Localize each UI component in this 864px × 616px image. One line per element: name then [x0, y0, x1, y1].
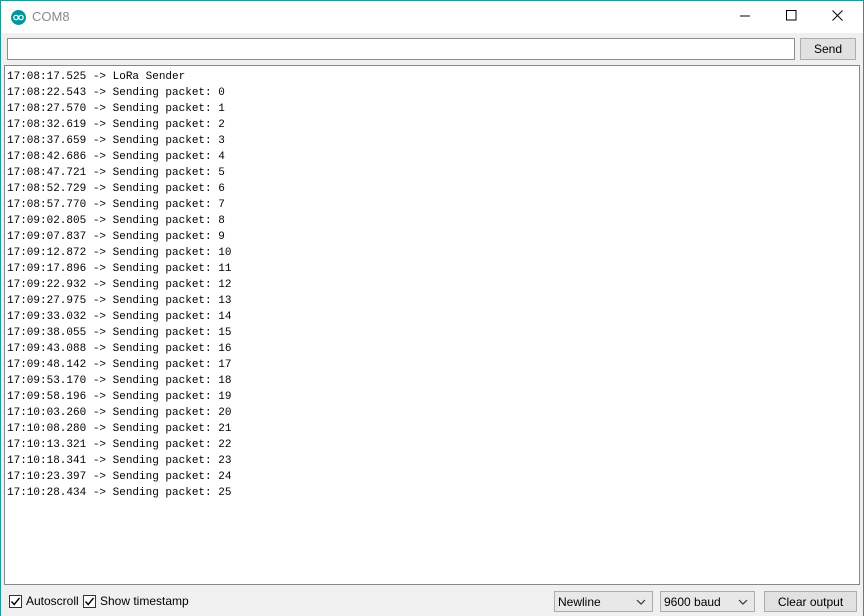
- send-bar: Send: [1, 33, 863, 63]
- output-line: 17:08:42.686 -> Sending packet: 4: [7, 151, 225, 163]
- output-line: 17:10:08.280 -> Sending packet: 21: [7, 423, 232, 435]
- minimize-icon: [739, 8, 751, 26]
- checkmark-icon: [10, 597, 21, 606]
- line-ending-value: Newline: [558, 594, 601, 609]
- output-line: 17:09:53.170 -> Sending packet: 18: [7, 375, 232, 387]
- output-line: 17:10:28.434 -> Sending packet: 25: [7, 487, 232, 499]
- maximize-icon: [785, 8, 797, 26]
- output-line: 17:08:22.543 -> Sending packet: 0: [7, 87, 225, 99]
- output-line: 17:09:12.872 -> Sending packet: 10: [7, 247, 232, 259]
- output-line: 17:08:17.525 -> LoRa Sender: [7, 71, 186, 83]
- serial-output-area[interactable]: 17:08:17.525 -> LoRa Sender 17:08:22.543 …: [4, 65, 860, 585]
- chevron-down-icon: [636, 596, 646, 606]
- output-line: 17:08:52.729 -> Sending packet: 6: [7, 183, 225, 195]
- title-bar[interactable]: COM8: [1, 1, 863, 33]
- close-button[interactable]: [814, 1, 860, 33]
- output-line: 17:09:58.196 -> Sending packet: 19: [7, 391, 232, 403]
- baud-rate-value: 9600 baud: [664, 594, 721, 609]
- show-timestamp-label: Show timestamp: [100, 594, 189, 608]
- show-timestamp-checkbox[interactable]: [83, 594, 96, 608]
- output-line: 17:10:18.341 -> Sending packet: 23: [7, 455, 232, 467]
- autoscroll-toggle[interactable]: Autoscroll: [9, 593, 79, 609]
- output-line: 17:09:02.805 -> Sending packet: 8: [7, 215, 225, 227]
- minimize-button[interactable]: [722, 1, 768, 33]
- output-line: 17:09:48.142 -> Sending packet: 17: [7, 359, 232, 371]
- output-line: 17:09:43.088 -> Sending packet: 16: [7, 343, 232, 355]
- checkmark-icon: [84, 597, 95, 606]
- show-timestamp-toggle[interactable]: Show timestamp: [83, 593, 189, 609]
- output-line: 17:10:23.397 -> Sending packet: 24: [7, 471, 232, 483]
- output-line: 17:08:37.659 -> Sending packet: 3: [7, 135, 225, 147]
- close-icon: [831, 8, 843, 26]
- output-line: 17:08:27.570 -> Sending packet: 1: [7, 103, 225, 115]
- output-line: 17:08:57.770 -> Sending packet: 7: [7, 199, 225, 211]
- autoscroll-label: Autoscroll: [26, 594, 79, 608]
- clear-output-button[interactable]: Clear output: [764, 591, 857, 612]
- send-input[interactable]: [7, 38, 795, 60]
- output-line: 17:09:38.055 -> Sending packet: 15: [7, 327, 232, 339]
- line-ending-select[interactable]: Newline: [554, 591, 653, 612]
- status-bar: Autoscroll Show timestamp Newline 9600 b…: [1, 587, 863, 616]
- maximize-button[interactable]: [768, 1, 814, 33]
- output-line: 17:09:22.932 -> Sending packet: 12: [7, 279, 232, 291]
- output-line: 17:10:03.260 -> Sending packet: 20: [7, 407, 232, 419]
- output-line: 17:09:33.032 -> Sending packet: 14: [7, 311, 232, 323]
- output-line: 17:08:47.721 -> Sending packet: 5: [7, 167, 225, 179]
- output-line: 17:09:07.837 -> Sending packet: 9: [7, 231, 225, 243]
- send-button[interactable]: Send: [800, 38, 856, 60]
- output-line: 17:08:32.619 -> Sending packet: 2: [7, 119, 225, 131]
- autoscroll-checkbox[interactable]: [9, 594, 22, 608]
- arduino-icon: [11, 10, 26, 25]
- output-line: 17:09:17.896 -> Sending packet: 11: [7, 263, 232, 275]
- chevron-down-icon: [738, 596, 748, 606]
- baud-rate-select[interactable]: 9600 baud: [660, 591, 755, 612]
- output-line: 17:09:27.975 -> Sending packet: 13: [7, 295, 232, 307]
- window-title: COM8: [32, 9, 70, 24]
- serial-monitor-window: COM8 Send 17:08:17.525 -> LoRa Sender 17:…: [0, 0, 864, 616]
- output-line: 17:10:13.321 -> Sending packet: 22: [7, 439, 232, 451]
